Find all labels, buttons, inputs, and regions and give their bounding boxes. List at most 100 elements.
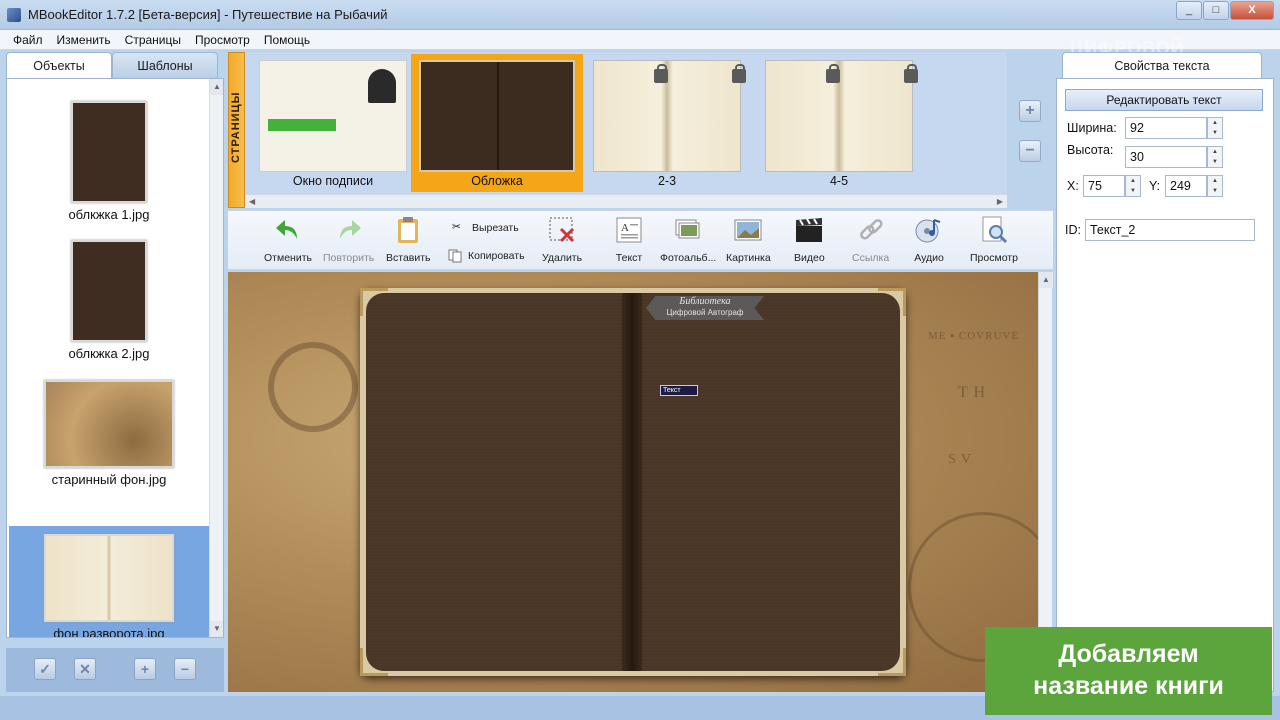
height-label: Высота: xyxy=(1067,143,1114,157)
item-label: фон разворота.jpg xyxy=(53,626,165,638)
preview-button[interactable]: Просмотр xyxy=(970,215,1018,264)
menu-edit[interactable]: Изменить xyxy=(50,33,118,47)
map-text: T H xyxy=(958,384,987,401)
delete-icon xyxy=(549,217,575,243)
undo-button[interactable]: Отменить xyxy=(264,215,312,264)
page-2-3-preview xyxy=(593,60,746,172)
image-icon xyxy=(734,219,762,241)
page-signature[interactable]: Окно подписи xyxy=(253,56,413,192)
paste-label: Вставить xyxy=(386,252,431,264)
width-field[interactable]: 92 xyxy=(1125,117,1207,139)
tab-templates[interactable]: Шаблоны xyxy=(112,52,218,78)
scroll-up-icon[interactable]: ▲ xyxy=(210,79,223,95)
pages-tab-label: СТРАНИЦЫ xyxy=(230,91,242,163)
book-spread[interactable] xyxy=(360,288,906,676)
height-stepper[interactable]: ▲ ▼ xyxy=(1207,146,1223,168)
scroll-up-icon[interactable]: ▲ xyxy=(1039,272,1053,288)
x-label: X: xyxy=(1067,179,1079,193)
app-icon xyxy=(7,8,21,22)
maximize-button[interactable]: □ xyxy=(1203,1,1229,20)
menu-view[interactable]: Просмотр xyxy=(188,33,257,47)
copy-button[interactable]: Копировать xyxy=(448,249,525,263)
list-item-selected[interactable]: фон разворота.jpg xyxy=(9,526,209,638)
page-cover[interactable]: Обложка xyxy=(411,54,583,192)
height-field[interactable]: 30 xyxy=(1125,146,1207,168)
page-label: 4-5 xyxy=(829,174,849,188)
check-icon[interactable]: ✓ xyxy=(34,658,56,680)
window-title: MBookEditor 1.7.2 [Бета-версия] - Путеше… xyxy=(28,7,388,22)
edit-text-button[interactable]: Редактировать текст xyxy=(1065,89,1263,111)
redo-icon xyxy=(339,220,361,239)
close-button[interactable]: X xyxy=(1230,1,1274,20)
green-badge xyxy=(268,119,336,131)
text-label: Текст xyxy=(615,252,643,264)
portrait-icon xyxy=(368,69,396,103)
remove-page-button[interactable]: − xyxy=(1019,140,1041,162)
signature-page-preview xyxy=(259,60,407,172)
x-field[interactable]: 75 xyxy=(1083,175,1125,197)
video-button[interactable]: Видео xyxy=(794,215,825,264)
corner-decoration xyxy=(878,648,906,676)
remove-x-icon[interactable]: ✕ xyxy=(74,658,96,680)
scroll-down-icon[interactable]: ▼ xyxy=(210,621,223,637)
chain-link-icon xyxy=(859,219,883,240)
selected-text-element[interactable]: Текст xyxy=(660,385,698,396)
redo-button[interactable]: Повторить xyxy=(323,215,374,264)
y-field[interactable]: 249 xyxy=(1165,175,1207,197)
paste-button[interactable]: Вставить xyxy=(386,215,431,264)
redo-label: Повторить xyxy=(323,252,375,264)
page-4-5[interactable]: 4-5 xyxy=(759,56,919,192)
width-stepper[interactable]: ▲ ▼ xyxy=(1207,117,1223,139)
x-stepper[interactable]: ▲ ▼ xyxy=(1125,175,1141,197)
window-controls: _ □ X xyxy=(1175,1,1274,20)
scroll-left-icon[interactable]: ◀ xyxy=(249,197,255,206)
corner-decoration xyxy=(360,648,388,676)
image-button[interactable]: Картинка xyxy=(726,215,771,264)
delete-button[interactable]: Удалить xyxy=(542,215,582,264)
right-page[interactable] xyxy=(632,293,900,671)
magnifier-icon xyxy=(982,216,1008,244)
paste-icon xyxy=(398,217,419,243)
page-label: Обложка xyxy=(471,174,523,188)
pages-scrollbar[interactable]: ◀ ▶ xyxy=(245,194,1007,208)
tab-objects[interactable]: Объекты xyxy=(6,52,112,78)
link-label: Ссылка xyxy=(852,252,890,264)
copy-label: Копировать xyxy=(468,250,525,262)
item-label: облкжка 2.jpg xyxy=(68,346,150,361)
left-page[interactable] xyxy=(366,293,632,671)
add-page-button[interactable]: + xyxy=(1019,100,1041,122)
scroll-right-icon[interactable]: ▶ xyxy=(997,197,1003,206)
library-banner[interactable]: Библиотека Цифровой Автограф xyxy=(646,296,764,320)
page-2-3[interactable]: 2-3 xyxy=(587,56,747,192)
pages-tab[interactable]: СТРАНИЦЫ xyxy=(228,52,245,208)
list-item[interactable]: старинный фон.jpg xyxy=(9,380,209,487)
lock-icon xyxy=(904,64,918,83)
y-stepper[interactable]: ▲ ▼ xyxy=(1207,175,1223,197)
minimize-button[interactable]: _ xyxy=(1176,1,1202,20)
list-item[interactable]: облкжка 1.jpg xyxy=(9,101,209,222)
audio-label: Аудио xyxy=(914,252,944,264)
tab-text-properties[interactable]: Свойства текста xyxy=(1062,52,1262,78)
toolbar: Отменить Повторить Вставить ✂ Вырезать Ко… xyxy=(228,210,1053,270)
menu-pages[interactable]: Страницы xyxy=(118,33,188,47)
cut-label: Вырезать xyxy=(472,222,519,234)
link-button[interactable]: Ссылка xyxy=(852,215,889,264)
video-caption: Добавляем название книги xyxy=(985,627,1272,715)
menu-help[interactable]: Помощь xyxy=(257,33,317,47)
spread-background-thumbnail xyxy=(44,534,174,622)
menu-file[interactable]: Файл xyxy=(6,33,50,47)
cover-page-preview xyxy=(419,60,575,172)
audio-button[interactable]: Аудио xyxy=(914,215,944,264)
page-label: 2-3 xyxy=(657,174,677,188)
editor-canvas[interactable]: ME ▪ COVRUVE T H S V Библиотека Цифровой… xyxy=(228,272,1038,692)
banner-title: Библиотека xyxy=(679,296,731,307)
cut-button[interactable]: ✂ Вырезать xyxy=(452,221,519,235)
text-tool-button[interactable]: A Текст xyxy=(614,215,644,264)
add-icon[interactable]: + xyxy=(134,658,156,680)
photoalbum-button[interactable]: Фотоальб... xyxy=(660,215,716,264)
id-field[interactable]: Текст_2 xyxy=(1085,219,1255,241)
minus-icon[interactable]: − xyxy=(174,658,196,680)
corner-decoration xyxy=(360,288,388,316)
objects-scrollbar[interactable]: ▲ ▼ xyxy=(209,79,223,637)
list-item[interactable]: облкжка 2.jpg xyxy=(9,240,209,361)
